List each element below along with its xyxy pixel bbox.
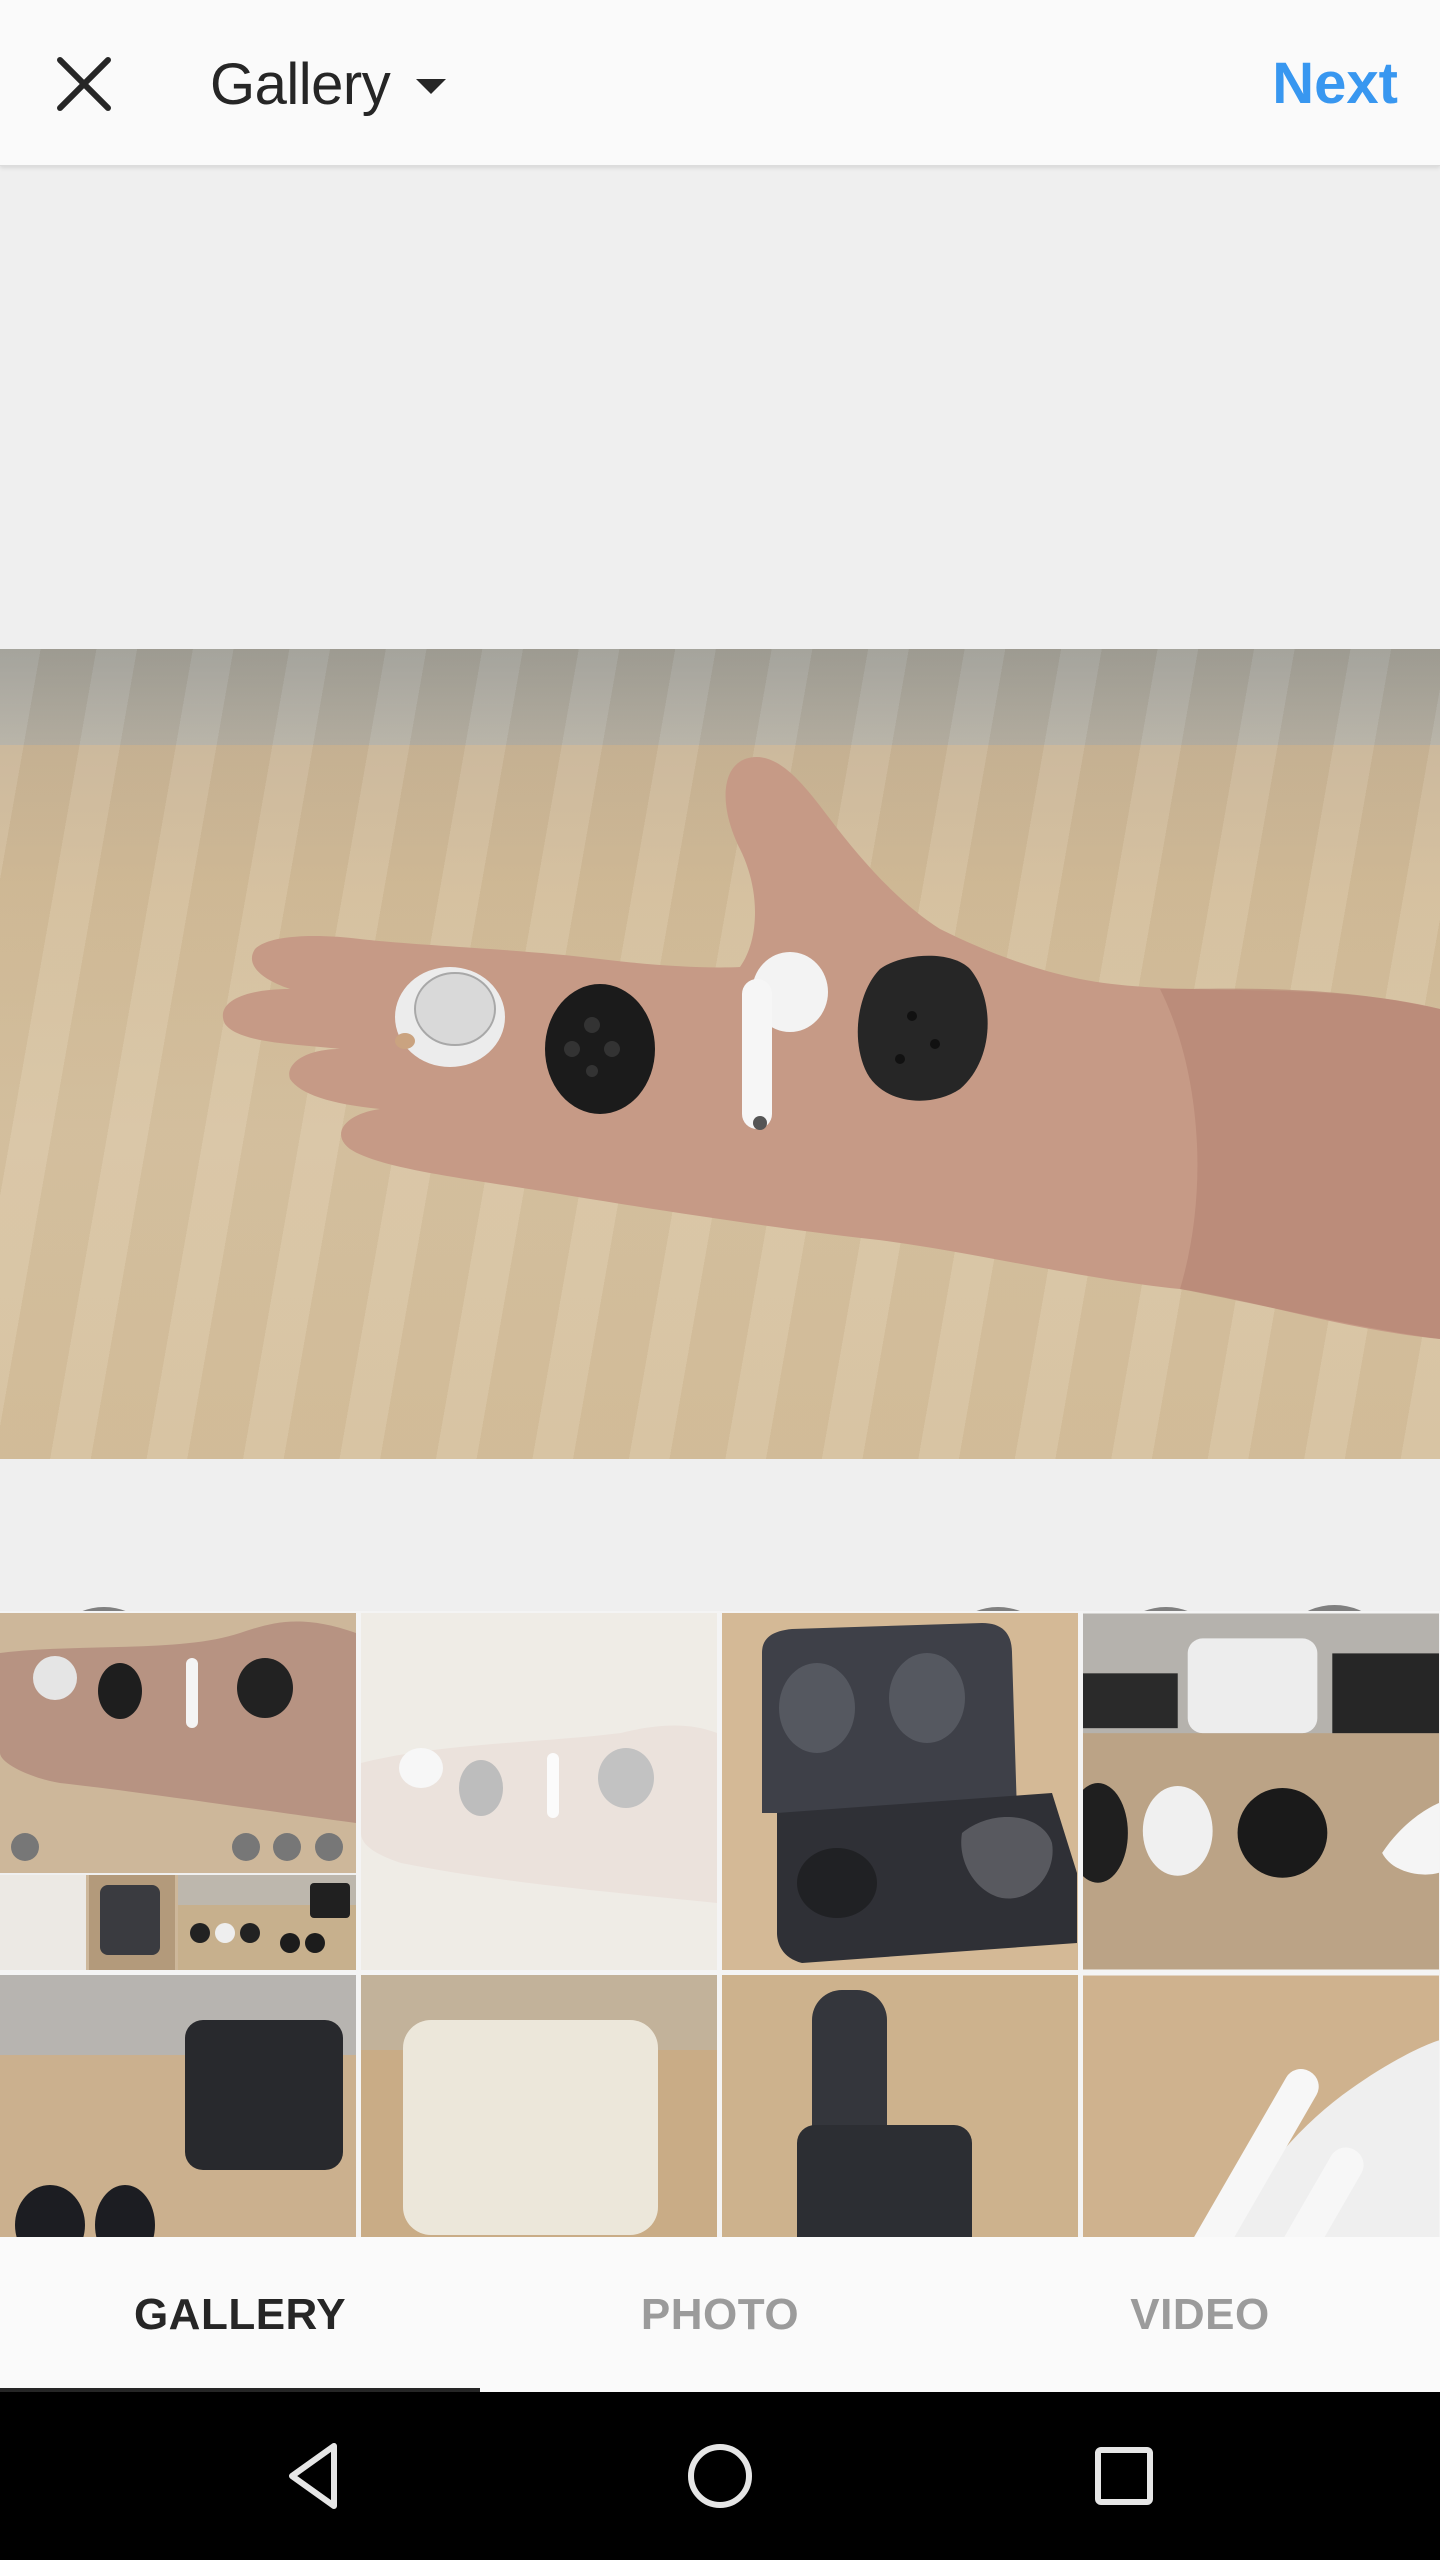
gallery-thumbnail-selected[interactable]: [361, 1613, 717, 1970]
tab-gallery[interactable]: GALLERY: [0, 2237, 480, 2392]
photo-preview-area: [0, 167, 1440, 1732]
gallery-thumbnail[interactable]: [1083, 1975, 1439, 2237]
gallery-grid: [0, 1611, 1440, 2237]
thumbnail-image-earbuds-closeup: [1083, 1613, 1439, 1970]
album-title: Gallery: [210, 51, 391, 117]
close-icon: [57, 57, 111, 111]
home-circle-icon: [688, 2444, 752, 2508]
black-earbud-1: [545, 984, 655, 1114]
back-button[interactable]: [264, 2426, 364, 2526]
caret-down-icon: [416, 78, 447, 94]
gallery-thumbnail[interactable]: [0, 1613, 356, 1970]
close-button[interactable]: [44, 44, 124, 124]
recents-button[interactable]: [1074, 2426, 1174, 2526]
thumbnail-image-white-case: [361, 1975, 717, 2237]
album-selector-dropdown[interactable]: Gallery: [210, 46, 447, 122]
gallery-thumbnail[interactable]: [361, 1975, 717, 2237]
top-app-bar: Gallery Next: [0, 0, 1440, 166]
thumbnail-image-airpods: [1083, 1975, 1439, 2237]
gallery-thumbnail[interactable]: [722, 1613, 1078, 1970]
recents-square-icon: [1095, 2447, 1153, 2505]
thumbnail-image-faded: [361, 1613, 717, 1970]
next-button[interactable]: Next: [1272, 50, 1398, 117]
thumbnail-image-screenshot: [0, 1613, 356, 1970]
home-button[interactable]: [670, 2426, 770, 2526]
tab-photo[interactable]: PHOTO: [480, 2237, 960, 2392]
thumbnail-image-dark-case: [722, 1613, 1078, 1970]
preview-photo[interactable]: [0, 649, 1440, 1459]
gallery-thumbnail[interactable]: [1083, 1613, 1439, 1970]
system-navigation-bar: [0, 2392, 1440, 2560]
mode-tabs: GALLERY PHOTO VIDEO: [0, 2237, 1440, 2392]
thumbnail-image-tall-case: [722, 1975, 1078, 2237]
tab-video[interactable]: VIDEO: [960, 2237, 1440, 2392]
gallery-thumbnail[interactable]: [0, 1975, 356, 2237]
black-earbud-2: [857, 955, 988, 1101]
thumbnail-image-black-case: [0, 1975, 356, 2237]
gallery-thumbnail[interactable]: [722, 1975, 1078, 2237]
photo-illustration: [222, 757, 1440, 1339]
white-earbud: [395, 967, 505, 1067]
back-triangle-icon: [289, 2443, 337, 2509]
